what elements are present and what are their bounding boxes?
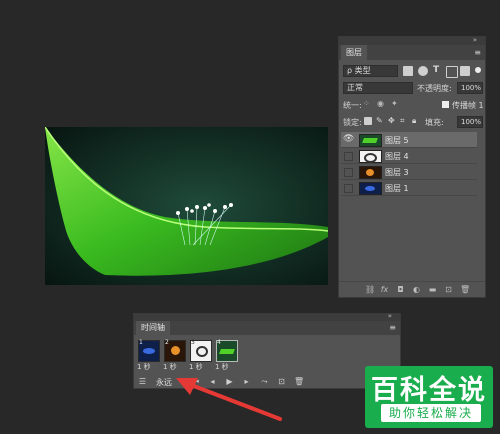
frame-delay[interactable]: 1 秒 [163,362,177,372]
fill-label: 填充: [425,118,444,127]
layer-thumbnail [359,150,382,163]
layer-row-1[interactable]: 图层 1 [341,180,477,196]
layer-list: 👁︎ 图层 5 图层 4 图层 3 图层 1 [339,132,485,282]
visibility-toggle[interactable] [344,184,353,193]
leaf-photo [45,127,328,285]
panel-menu-icon[interactable]: ≡ [389,323,396,332]
add-mask-icon[interactable]: ◘ [396,285,405,294]
trash-icon[interactable]: 🗑︎ [460,285,470,294]
layer-name[interactable]: 图层 4 [385,151,409,162]
lock-all-icon[interactable]: 🔒︎ [412,116,416,126]
convert-timeline-icon[interactable]: ☰ [138,377,147,386]
layer-thumbnail [359,134,382,147]
unify-row: 统一: ⁘ ◉ ✦ 传播帧 1 [339,97,485,114]
eye-icon[interactable]: 👁︎ [343,135,354,144]
lock-artboard-icon[interactable]: ⌗ [400,116,405,126]
collapse-icon[interactable]: » [473,36,477,44]
frame-number: 2 [165,339,169,346]
visibility-toggle[interactable] [344,168,353,177]
panel-menu-icon[interactable]: ≡ [474,48,481,57]
layer-name[interactable]: 图层 1 [385,183,409,194]
layer-thumbnail [359,166,382,179]
frame-delay[interactable]: 1 秒 [189,362,203,372]
delete-frame-icon[interactable]: 🗑︎ [294,377,304,386]
new-group-icon[interactable]: ▬ [428,285,437,294]
frame-number: 4 [217,339,221,346]
unify-label: 统一: [343,101,362,110]
blend-mode-select[interactable]: 正常 [343,82,413,94]
filter-type-icon[interactable]: T [433,65,439,75]
lock-transparent-icon[interactable] [364,117,372,125]
frame-4[interactable]: 4 1 秒 [215,339,238,372]
adjustment-layer-icon[interactable]: ◐ [412,285,421,294]
layer-row-5[interactable]: 👁︎ 图层 5 [341,132,477,148]
new-layer-icon[interactable]: ⊡ [444,285,453,294]
opacity-input[interactable]: 100% [457,82,483,94]
layer-row-4[interactable]: 图层 4 [341,148,477,164]
tab-timeline[interactable]: 时间轴 [136,321,170,335]
layer-filter-row: ρ 类型 T [339,63,485,80]
frame-2[interactable]: 2 1 秒 [163,339,186,372]
link-layers-icon[interactable]: ⛓︎ [365,285,375,294]
propagate-frame-checkbox[interactable] [442,101,449,108]
layers-panel: » 图层 ≡ ρ 类型 T 正常 不透明度: 100% 统一: ⁘ ◉ ✦ 传播… [338,36,486,298]
filter-pixel-icon[interactable] [403,66,413,76]
propagate-frame-label: 传播帧 1 [452,101,484,110]
layer-filter-select[interactable]: ρ 类型 [343,65,398,77]
lock-move-icon[interactable]: ✥ [388,116,395,125]
visibility-toggle[interactable] [344,152,353,161]
lock-label: 锁定: [343,118,362,127]
timeline-tab-bar: 时间轴 ≡ [134,321,400,335]
layer-row-3[interactable]: 图层 3 [341,164,477,180]
layers-tab-bar: 图层 ≡ [339,45,485,60]
filter-toggle-icon[interactable] [475,67,481,73]
watermark-title: 百科全说 [371,375,487,406]
frame-number: 1 [139,339,143,346]
watermark-logo: 百科全说 助你轻松解决 [365,366,493,428]
timeline-title-bar[interactable]: » [134,312,400,321]
fill-input[interactable]: 100% [457,116,483,128]
lock-brush-icon[interactable]: ✎ [376,116,383,125]
filter-smart-object-icon[interactable] [460,66,470,76]
filter-adjustment-icon[interactable] [418,66,428,76]
frame-3[interactable]: 3 1 秒 [189,339,212,372]
frame-delay[interactable]: 1 秒 [137,362,151,372]
frame-delay[interactable]: 1 秒 [215,362,229,372]
fx-icon[interactable]: fx [380,285,389,294]
collapse-icon[interactable]: » [388,312,392,320]
document-canvas-image[interactable] [45,127,328,285]
panel-title-bar[interactable]: » [339,36,485,45]
unify-position-icon[interactable]: ⁘ [363,99,370,108]
lock-row: 锁定: ✎ ✥ ⌗ 🔒︎ 填充: 100% [339,114,485,131]
unify-style-icon[interactable]: ✦ [391,99,398,108]
tab-layers[interactable]: 图层 [341,45,367,60]
divider [339,281,485,282]
annotation-arrow [176,378,282,421]
layer-thumbnail [359,182,382,195]
filter-shape-icon[interactable] [446,66,458,78]
unify-visibility-icon[interactable]: ◉ [377,99,384,108]
layer-name[interactable]: 图层 5 [385,135,409,146]
frame-number: 3 [191,339,195,346]
opacity-label: 不透明度: [417,84,452,93]
blend-row: 正常 不透明度: 100% [339,80,485,97]
watermark-subtitle: 助你轻松解决 [381,404,481,422]
layer-name[interactable]: 图层 3 [385,167,409,178]
frame-1[interactable]: 1 1 秒 [137,339,160,372]
